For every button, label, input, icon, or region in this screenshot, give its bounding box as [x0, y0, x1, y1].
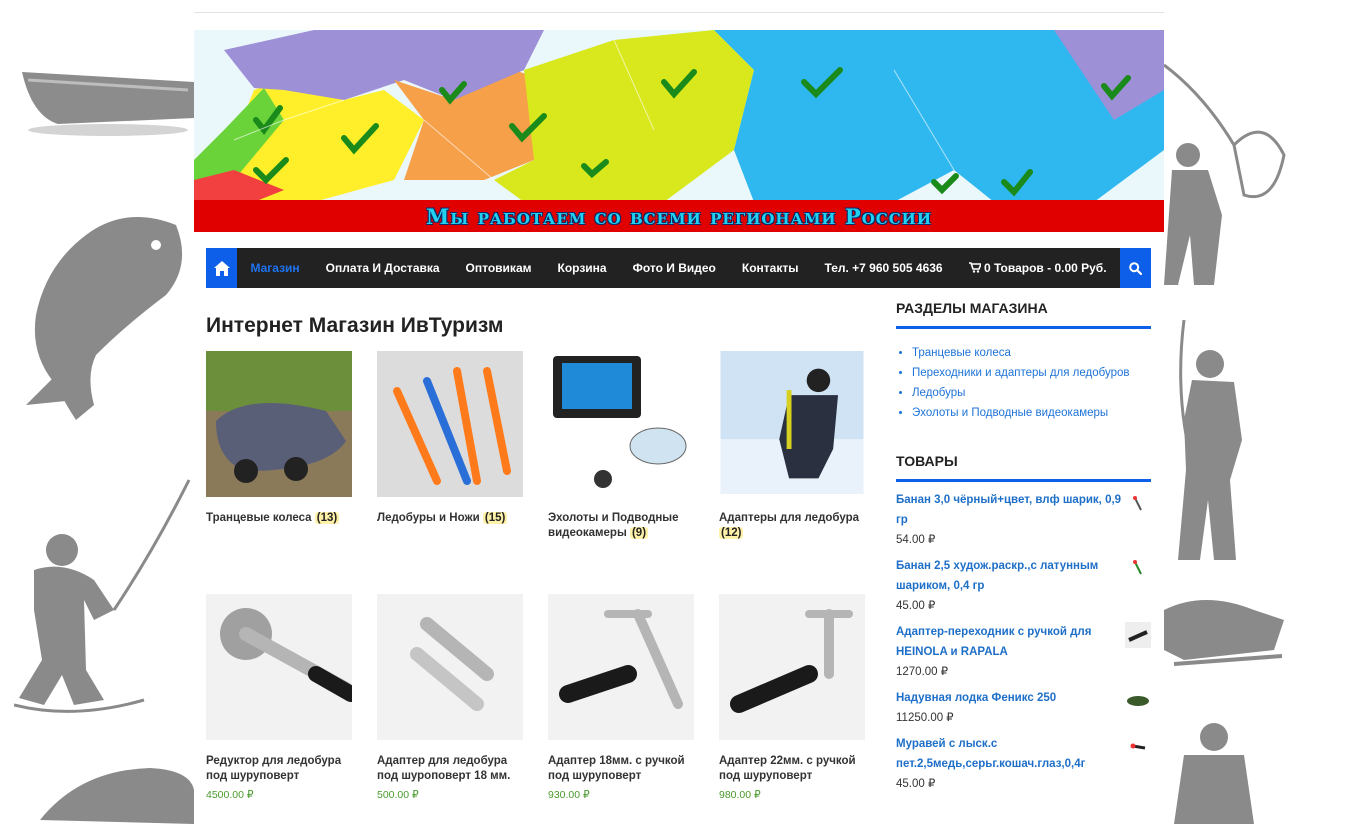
category-image-sonar-cameras[interactable]: [548, 351, 694, 497]
sidebar-section-link[interactable]: Переходники и адаптеры для ледобуров: [912, 363, 1151, 383]
sidebar: РАЗДЕЛЫ МАГАЗИНА Транцевые колеса Перехо…: [896, 300, 1151, 800]
home-button[interactable]: [206, 248, 238, 288]
category-image-auger-adapters[interactable]: [719, 351, 865, 494]
category-image-ice-augers[interactable]: [377, 351, 523, 497]
good-thumbnail[interactable]: [1125, 688, 1151, 714]
nav-item-contacts[interactable]: Контакты: [729, 248, 812, 288]
category-count: (9): [629, 527, 649, 539]
category-count: (13): [314, 512, 340, 524]
top-divider: [194, 12, 1164, 13]
russia-map-image: [194, 30, 1164, 202]
sidebar-section-link[interactable]: Транцевые колеса: [912, 343, 1151, 363]
sidebar-good-item[interactable]: Адаптер-переходник с ручкой для HEINOLA …: [896, 622, 1151, 682]
page-title: Интернет Магазин ИвТуризм: [206, 314, 504, 337]
product-image[interactable]: [719, 594, 865, 740]
good-thumbnail[interactable]: [1125, 556, 1151, 582]
fish-silhouette-2: [40, 760, 194, 824]
search-button[interactable]: [1119, 248, 1151, 288]
sidebar-good-name[interactable]: Муравей с лыск.с пет.2,5медь,серьг.кошач…: [896, 734, 1123, 774]
product-card[interactable]: Адаптер для ледобура под шуроповерт 18 м…: [377, 594, 523, 801]
search-icon: [1128, 261, 1142, 275]
category-count: (12): [719, 527, 744, 539]
product-image[interactable]: [377, 594, 523, 740]
fish-silhouette: [16, 205, 194, 425]
net-fisherman-silhouette: [1164, 55, 1304, 285]
fisherman-silhouette-right: [1164, 715, 1264, 824]
cart-icon: [968, 262, 982, 273]
sidebar-section-link[interactable]: Эхолоты и Подводные видеокамеры: [912, 403, 1151, 423]
sidebar-sections-title: РАЗДЕЛЫ МАГАЗИНА: [896, 300, 1151, 329]
nav-item-cart[interactable]: Корзина: [545, 248, 620, 288]
sidebar-goods-title: ТОВАРЫ: [896, 453, 1151, 482]
product-name[interactable]: Адаптер 18мм. с ручкой под шуруповерт: [548, 754, 694, 784]
category-card[interactable]: Ледобуры и Ножи (15): [377, 351, 523, 526]
banner-slogan-strip: Мы работаем со всеми регионами России: [194, 200, 1164, 232]
sidebar-good-price: 11250.00 ₽: [896, 712, 954, 724]
sidebar-goods-list: Банан 3,0 чёрный+цвет, влф шарик, 0,9 гр…: [896, 490, 1151, 794]
sidebar-good-item[interactable]: Банан 2,5 худож.раскр.,с латунным шарико…: [896, 556, 1151, 616]
good-thumbnail[interactable]: [1125, 622, 1151, 648]
banner-slogan: Мы работаем со всеми регионами России: [425, 203, 932, 229]
sidebar-good-item[interactable]: Банан 3,0 чёрный+цвет, влф шарик, 0,9 гр…: [896, 490, 1151, 550]
sidebar-good-name[interactable]: Адаптер-переходник с ручкой для HEINOLA …: [896, 622, 1123, 662]
good-thumbnail[interactable]: [1125, 490, 1151, 516]
boat-silhouette: [18, 60, 194, 140]
product-name[interactable]: Адаптер 22мм. с ручкой под шуруповерт: [719, 754, 865, 784]
header-banner[interactable]: Мы работаем со всеми регионами России: [194, 30, 1164, 232]
sidebar-sections-list: Транцевые колеса Переходники и адаптеры …: [896, 343, 1151, 423]
sidebar-good-item[interactable]: Надувная лодка Феникс 250 11250.00 ₽: [896, 688, 1151, 728]
page-container: Мы работаем со всеми регионами России Ма…: [194, 0, 1164, 824]
ice-fisherman-silhouette: [1164, 320, 1254, 560]
product-card[interactable]: Адаптер 18мм. с ручкой под шуруповерт 93…: [548, 594, 694, 801]
category-image-transom-wheels[interactable]: [206, 351, 352, 497]
sidebar-good-price: 54.00 ₽: [896, 534, 936, 546]
product-price: 930.00 ₽: [548, 789, 590, 801]
sidebar-good-name[interactable]: Надувная лодка Феникс 250: [896, 688, 1123, 708]
nav-item-phone[interactable]: Тел. +7 960 505 4636: [811, 248, 955, 288]
nav-item-cart-summary[interactable]: 0 Товаров - 0.00 Руб.: [956, 248, 1120, 288]
category-label: Адаптеры для ледобура (12): [719, 512, 860, 539]
fisherman-silhouette: [14, 470, 194, 720]
product-price: 500.00 ₽: [377, 789, 419, 801]
sidebar-section-link[interactable]: Ледобуры: [912, 383, 1151, 403]
cart-summary-label: 0 Товаров - 0.00 Руб.: [983, 261, 1107, 275]
good-thumbnail[interactable]: [1125, 734, 1151, 760]
sidebar-good-price: 1270.00 ₽: [896, 666, 949, 678]
product-card[interactable]: Адаптер 22мм. с ручкой под шуруповерт 98…: [719, 594, 865, 801]
product-image[interactable]: [548, 594, 694, 740]
category-label: Транцевые колеса (13): [206, 512, 340, 524]
nav-item-shop[interactable]: Магазин: [237, 248, 312, 288]
sidebar-good-name[interactable]: Банан 2,5 худож.раскр.,с латунным шарико…: [896, 556, 1123, 596]
category-label: Ледобуры и Ножи (15): [377, 512, 508, 524]
product-card[interactable]: Редуктор для ледобура под шуруповерт 450…: [206, 594, 352, 801]
sidebar-good-name[interactable]: Банан 3,0 чёрный+цвет, влф шарик, 0,9 гр: [896, 490, 1123, 530]
sidebar-good-price: 45.00 ₽: [896, 600, 936, 612]
product-price: 980.00 ₽: [719, 789, 761, 801]
nav-item-payment-delivery[interactable]: Оплата И Доставка: [313, 248, 453, 288]
sidebar-good-item[interactable]: Муравей с лыск.с пет.2,5медь,серьг.кошач…: [896, 734, 1151, 794]
home-icon: [213, 260, 230, 276]
category-card[interactable]: Адаптеры для ледобура (12): [719, 351, 865, 541]
product-name[interactable]: Адаптер для ледобура под шуроповерт 18 м…: [377, 754, 523, 784]
category-label: Эхолоты и Подводные видеокамеры (9): [548, 512, 679, 539]
sidebar-good-price: 45.00 ₽: [896, 778, 936, 790]
category-card[interactable]: Эхолоты и Подводные видеокамеры (9): [548, 351, 694, 541]
product-name[interactable]: Редуктор для ледобура под шуруповерт: [206, 754, 352, 784]
snowmobile-silhouette: [1164, 590, 1289, 670]
nav-menu: Магазин Оплата И Доставка Оптовикам Корз…: [237, 248, 1119, 288]
main-navigation: Магазин Оплата И Доставка Оптовикам Корз…: [206, 248, 1151, 288]
nav-item-photo-video[interactable]: Фото И Видео: [620, 248, 729, 288]
nav-item-wholesale[interactable]: Оптовикам: [453, 248, 545, 288]
product-price: 4500.00 ₽: [206, 789, 254, 801]
category-count: (15): [482, 512, 508, 524]
product-image[interactable]: [206, 594, 352, 740]
category-card[interactable]: Транцевые колеса (13): [206, 351, 352, 526]
